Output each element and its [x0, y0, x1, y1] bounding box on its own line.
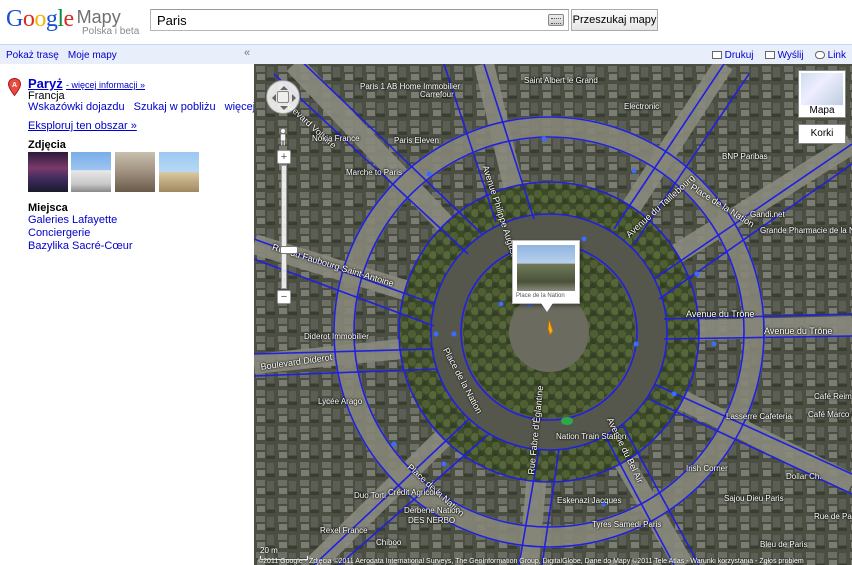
place-link[interactable]: Galeries Lafayette — [28, 214, 117, 226]
print-link[interactable]: Drukuj — [725, 50, 754, 61]
marker-a-icon: A — [8, 78, 21, 96]
logo-subtitle: Polska i beta — [82, 26, 140, 37]
photo-thumbnail[interactable] — [115, 152, 155, 192]
zoom-thumb[interactable] — [280, 246, 298, 254]
toolbar: Pokaż trasę Moje mapy « Drukuj Wyślij Li… — [0, 44, 852, 64]
zoom-track[interactable] — [280, 165, 298, 289]
link-link[interactable]: Link — [828, 50, 846, 61]
pan-center-icon[interactable] — [277, 91, 289, 103]
send-link[interactable]: Wyślij — [778, 50, 804, 61]
place-title[interactable]: Paryż — [28, 76, 63, 91]
pan-up-icon[interactable] — [280, 82, 288, 90]
photo-thumbnail[interactable] — [159, 152, 199, 192]
link-icon — [814, 51, 825, 59]
map-type-button[interactable]: Mapa — [798, 70, 846, 118]
svg-text:A: A — [12, 82, 17, 89]
place-actions: Wskazówki dojazdu Szukaj w pobliżu więce… — [28, 100, 270, 113]
my-maps-link[interactable]: Moje mapy — [68, 50, 117, 61]
pan-right-icon[interactable] — [292, 94, 300, 102]
directions-link[interactable]: Wskazówki dojazdu — [28, 101, 125, 113]
sidebar: A Paryż - więcej informacji » Francja Ws… — [0, 64, 264, 565]
scale-label: 20 m — [260, 546, 278, 555]
photo-thumbnail[interactable] — [28, 152, 68, 192]
pegman-icon[interactable] — [279, 128, 287, 146]
zoom-out-button[interactable]: − — [277, 290, 291, 304]
pan-control[interactable] — [266, 80, 300, 114]
show-route-link[interactable]: Pokaż trasę — [6, 50, 59, 61]
zoom-slider[interactable]: + − — [277, 150, 298, 304]
photos-heading: Zdjęcia — [28, 139, 66, 151]
logo-product-text: Mapy — [76, 7, 121, 27]
header: GoogleMapy Polska i beta Przeszukaj mapy — [0, 0, 852, 44]
map-type-label: Mapa — [799, 105, 845, 116]
search-box — [150, 9, 569, 31]
envelope-icon — [764, 51, 775, 59]
google-maps-logo[interactable]: Google Mapy Polska i beta — [6, 6, 139, 40]
pan-left-icon[interactable] — [268, 94, 276, 102]
search-button[interactable]: Przeszukaj mapy — [571, 9, 658, 31]
satellite-map[interactable]: Boulevard Voltaire Avenue Philippe Augus… — [254, 64, 852, 565]
places-heading: Miejsca — [28, 202, 68, 214]
search-nearby-link[interactable]: Szukaj w pobliżu — [134, 101, 216, 113]
popup-tail — [541, 303, 553, 312]
place-link[interactable]: Conciergerie — [28, 227, 90, 239]
pan-down-icon[interactable] — [280, 106, 288, 114]
keyboard-icon[interactable] — [548, 14, 564, 26]
street-view-thumbnail[interactable] — [517, 245, 575, 291]
more-info-link[interactable]: - więcej informacji » — [66, 80, 145, 90]
search-input[interactable] — [151, 10, 541, 30]
printer-icon — [711, 51, 722, 59]
copyright-text: ©2011 Google - Zdjęcia ©2011 Aerodata In… — [258, 558, 804, 565]
collapse-sidebar-icon[interactable]: « — [244, 47, 250, 59]
traffic-button[interactable]: Korki — [798, 124, 846, 144]
popup-caption: Place de la Nation — [516, 293, 565, 299]
photo-thumbnail[interactable] — [71, 152, 111, 192]
satellite-imagery — [254, 64, 852, 565]
map-preview — [801, 73, 843, 107]
explore-area-link[interactable]: Eksploruj ten obszar » — [28, 120, 137, 132]
logo-google-text: Google — [6, 6, 74, 32]
street-view-popup[interactable]: Place de la Nation — [512, 240, 580, 304]
zoom-in-button[interactable]: + — [277, 150, 291, 164]
place-link[interactable]: Bazylika Sacré-Cœur — [28, 240, 133, 252]
